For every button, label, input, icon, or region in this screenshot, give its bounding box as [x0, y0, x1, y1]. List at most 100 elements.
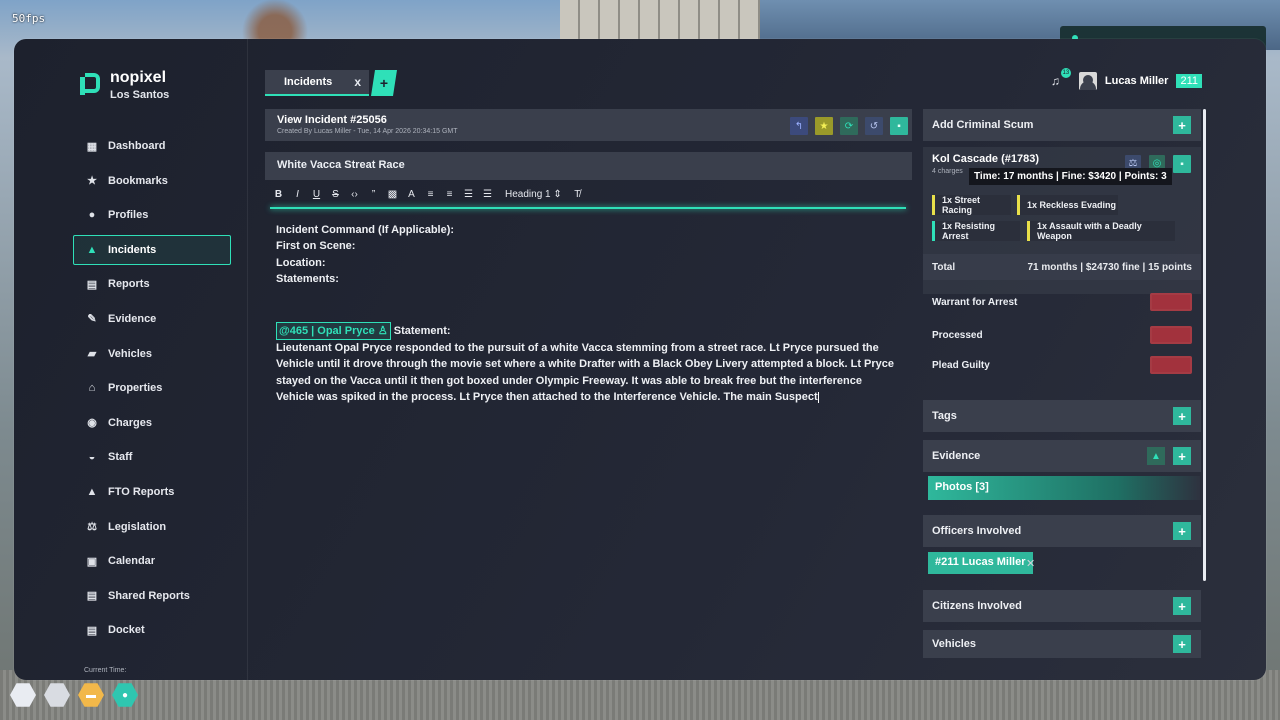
editor-focus-line	[270, 207, 906, 209]
sidebar-item-charges[interactable]: ◉ Charges	[73, 408, 231, 438]
add-officer-button[interactable]: +	[1173, 522, 1191, 540]
sidebar-item-label: Dashboard	[108, 140, 166, 152]
sidebar-item-reports[interactable]: ▤ Reports	[73, 269, 231, 299]
save-criminal-button[interactable]: ▪	[1173, 155, 1191, 173]
sidebar-item-vehicles[interactable]: ▰ Vehicles	[73, 339, 231, 369]
sidebar-item-docket[interactable]: ▤ Docket	[73, 615, 231, 645]
shared-document-icon: ▤	[86, 590, 98, 603]
sidebar-item-label: FTO Reports	[108, 485, 175, 498]
statement-label: Statement:	[393, 324, 451, 337]
logo-title: nopixel	[110, 69, 167, 86]
tags-label: Tags	[932, 410, 957, 422]
dashboard-icon: ▦	[86, 140, 98, 153]
document-icon: ▤	[86, 278, 98, 291]
sidebar-item-legislation[interactable]: ⚖ Legislation	[73, 512, 231, 542]
user-callsign-badge: 211	[1176, 74, 1202, 88]
player-hud: ▬ ●	[10, 682, 138, 708]
charge-assault-deadly-weapon[interactable]: 1x Assault with a Deadly Weapon	[1027, 221, 1175, 241]
warrant-row: Warrant for Arrest	[932, 293, 1192, 311]
tab-close-icon[interactable]: x	[354, 75, 361, 89]
incident-name-field[interactable]: White Vacca Streat Race	[265, 152, 912, 180]
sidebar-item-bookmarks[interactable]: ★ Bookmarks	[73, 166, 231, 196]
add-vehicle-button[interactable]: +	[1173, 635, 1191, 653]
logo-subtitle: Los Santos	[110, 89, 170, 101]
sidebar-item-label: Evidence	[108, 312, 157, 325]
charge-label: 1x Assault with a Deadly Weapon	[1037, 221, 1142, 241]
incident-editor[interactable]: Incident Command (If Applicable): First …	[276, 222, 900, 406]
editor-line-first-on-scene: First on Scene:	[276, 240, 356, 253]
charge-label: 1x Reckless Evading	[1027, 200, 1117, 210]
highlight-icon[interactable]: ▩	[385, 186, 400, 202]
total-value: 71 months | $24730 fine | 15 points	[1027, 261, 1192, 273]
sidebar-item-staff[interactable]: ◒ Staff	[73, 442, 231, 472]
back-button[interactable]: ↰	[790, 117, 808, 135]
bold-button[interactable]: B	[271, 186, 286, 202]
save-button[interactable]: ▪	[890, 117, 908, 135]
sidebar-item-shared-reports[interactable]: ▤ Shared Reports	[73, 581, 231, 611]
photos-evidence-item[interactable]: Photos [3]	[928, 476, 1200, 500]
tab-incidents[interactable]: Incidents x	[265, 70, 369, 96]
sidebar-item-evidence[interactable]: ✎ Evidence	[73, 304, 231, 334]
charge-resisting-arrest[interactable]: 1x Resisting Arrest	[932, 221, 1020, 241]
bookmark-star-button[interactable]: ★	[815, 117, 833, 135]
editor-line-location: Location:	[276, 256, 326, 269]
history-button[interactable]: ↺	[865, 117, 883, 135]
processed-toggle[interactable]	[1150, 326, 1192, 344]
charge-street-racing[interactable]: 1x Street Racing	[932, 195, 1011, 215]
officer-chip[interactable]: #211 Lucas Miller	[928, 552, 1033, 574]
avatar[interactable]	[1078, 72, 1097, 90]
sidebar-item-properties[interactable]: ⌂ Properties	[73, 373, 231, 403]
citizens-section: Citizens Involved +	[923, 590, 1201, 622]
processed-label: Processed	[932, 329, 983, 341]
indent-left-icon[interactable]: ≡	[423, 186, 438, 202]
graduation-icon: ▲	[86, 485, 98, 498]
add-citizen-button[interactable]: +	[1173, 597, 1191, 615]
heading-select[interactable]: Heading 1 ⇕	[499, 186, 566, 202]
ordered-list-icon[interactable]: ☰	[461, 186, 476, 202]
incident-title: View Incident #25056	[277, 114, 387, 126]
warrant-toggle[interactable]	[1150, 293, 1192, 311]
incident-header: View Incident #25056 Created By Lucas Mi…	[265, 109, 912, 141]
officer-mention-tag[interactable]: @465 | Opal Pryce ♙	[276, 321, 391, 341]
quote-icon[interactable]: ”	[366, 186, 381, 202]
right-scrollbar[interactable]	[1203, 109, 1206, 581]
bullet-list-icon[interactable]: ☰	[480, 186, 495, 202]
sidebar-item-dashboard[interactable]: ▦ Dashboard	[73, 131, 231, 161]
editor-toolbar: B I U S ‹› ” ▩ A ≡ ≡ ☰ ☰ Heading 1 ⇕ T̸	[271, 184, 585, 204]
sidebar-item-fto-reports[interactable]: ▲ FTO Reports	[73, 477, 231, 507]
charge-reckless-evading[interactable]: 1x Reckless Evading	[1017, 195, 1118, 215]
statement-body: Lieutenant Opal Pryce responded to the p…	[276, 342, 895, 404]
criminal-charge-count: 4 charges	[932, 168, 963, 175]
add-evidence-button[interactable]: +	[1173, 447, 1191, 465]
code-icon[interactable]: ‹›	[347, 186, 362, 202]
underline-button[interactable]: U	[309, 186, 324, 202]
add-criminal-button[interactable]: +	[1173, 116, 1191, 134]
armor-hex-icon	[44, 683, 70, 707]
charge-tooltip: Time: 17 months | Fine: $3420 | Points: …	[969, 168, 1172, 185]
plead-guilty-toggle[interactable]	[1150, 356, 1192, 374]
sidebar-item-label: Docket	[108, 624, 145, 637]
plead-row: Plead Guilty	[932, 356, 1192, 374]
collapse-evidence-button[interactable]: ▲	[1147, 447, 1165, 465]
indent-right-icon[interactable]: ≡	[442, 186, 457, 202]
sidebar-item-incidents[interactable]: ▲ Incidents	[73, 234, 231, 265]
car-icon: ▰	[87, 348, 97, 361]
add-criminal-section: Add Criminal Scum +	[923, 109, 1201, 141]
sidebar-item-calendar[interactable]: ▣ Calendar	[73, 546, 231, 576]
notification-bell-icon[interactable]: ♫ 13	[1051, 68, 1071, 88]
add-tag-button[interactable]: +	[1173, 407, 1191, 425]
sidebar-item-label: Legislation	[108, 520, 167, 533]
officers-section: Officers Involved +	[923, 515, 1201, 547]
refresh-button[interactable]: ⟳	[840, 117, 858, 135]
text-color-icon[interactable]: A	[404, 186, 419, 202]
clear-format-icon[interactable]: T̸	[570, 186, 585, 202]
health-hex-icon	[10, 683, 36, 707]
sidebar-item-profiles[interactable]: ● Profiles	[73, 200, 231, 230]
italic-button[interactable]: I	[290, 186, 305, 202]
strikethrough-button[interactable]: S	[328, 186, 343, 202]
add-tab-button[interactable]: +	[371, 70, 397, 96]
warrant-label: Warrant for Arrest	[932, 296, 1018, 308]
user-area: ♫ 13 Lucas Miller 211	[1051, 68, 1202, 90]
officer-icon: ♙	[377, 324, 388, 337]
remove-officer-icon[interactable]: ✕	[1026, 557, 1035, 570]
